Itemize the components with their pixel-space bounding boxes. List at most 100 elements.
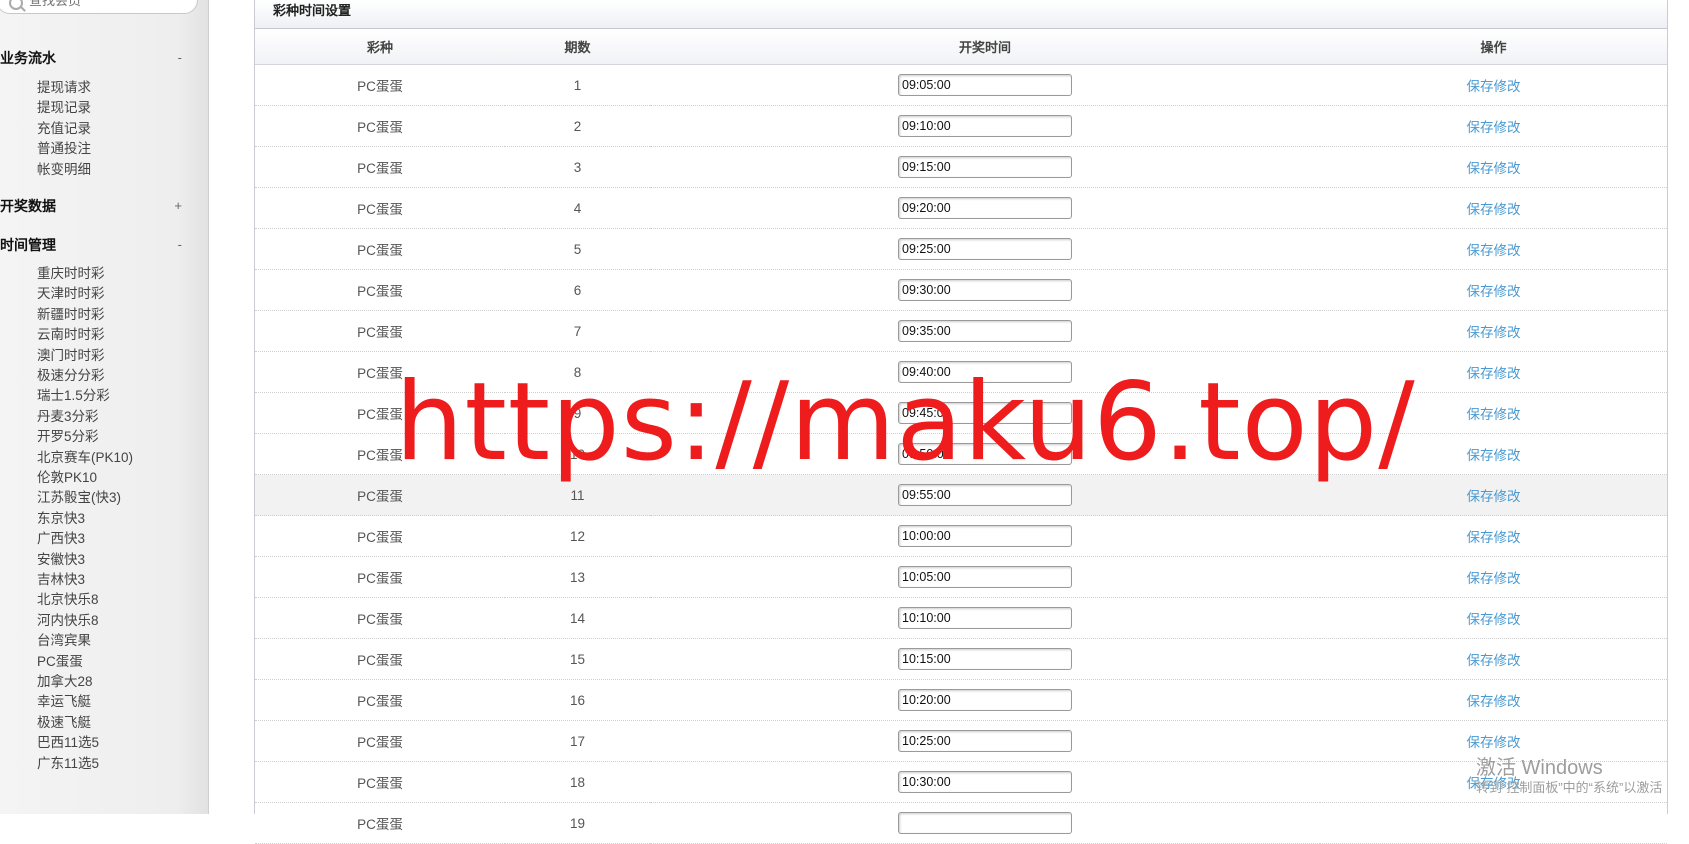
sidebar-item[interactable]: 重庆时时彩 bbox=[37, 264, 105, 284]
save-changes-link[interactable]: 保存修改 bbox=[1467, 243, 1521, 258]
cell-lottery: PC蛋蛋 bbox=[255, 597, 505, 639]
cell-draw-time bbox=[650, 720, 1320, 762]
cell-action: 保存修改 bbox=[1320, 146, 1667, 188]
sidebar-item[interactable]: 丹麦3分彩 bbox=[37, 407, 99, 427]
sidebar-item[interactable]: 提现记录 bbox=[37, 98, 91, 118]
save-changes-link[interactable]: 保存修改 bbox=[1467, 284, 1521, 299]
sidebar-item[interactable]: 河内快乐8 bbox=[37, 611, 99, 631]
sidebar-item[interactable]: 帐变明细 bbox=[37, 160, 91, 180]
sidebar-item[interactable]: 幸运飞艇 bbox=[37, 692, 91, 712]
windows-activation-notice: 激活 Windows 转到“控制面板”中的“系统”以激活 bbox=[1476, 757, 1662, 797]
save-changes-link[interactable]: 保存修改 bbox=[1467, 366, 1521, 381]
sidebar-item[interactable]: 吉林快3 bbox=[37, 570, 85, 590]
sidebar-item[interactable]: 充值记录 bbox=[37, 119, 91, 139]
draw-time-input[interactable] bbox=[898, 812, 1072, 834]
save-changes-link[interactable]: 保存修改 bbox=[1467, 448, 1521, 463]
cell-issue: 18 bbox=[505, 761, 650, 803]
save-changes-link[interactable]: 保存修改 bbox=[1467, 202, 1521, 217]
save-changes-link[interactable]: 保存修改 bbox=[1467, 325, 1521, 340]
sidebar-item[interactable]: 极速飞艇 bbox=[37, 713, 91, 733]
draw-time-input[interactable] bbox=[898, 156, 1072, 178]
expand-icon[interactable]: + bbox=[174, 195, 182, 217]
save-changes-link[interactable]: 保存修改 bbox=[1467, 694, 1521, 709]
draw-time-input[interactable] bbox=[898, 689, 1072, 711]
member-search[interactable] bbox=[0, 0, 198, 14]
draw-time-input[interactable] bbox=[898, 566, 1072, 588]
draw-time-input[interactable] bbox=[898, 730, 1072, 752]
sidebar-item[interactable]: 极速分分彩 bbox=[37, 366, 105, 386]
sidebar-item[interactable]: 天津时时彩 bbox=[37, 284, 105, 304]
cell-lottery: PC蛋蛋 bbox=[255, 146, 505, 188]
cell-issue: 7 bbox=[505, 310, 650, 352]
sidebar-item[interactable]: 伦敦PK10 bbox=[37, 468, 97, 488]
sidebar-item[interactable]: 巴西11选5 bbox=[37, 733, 99, 753]
draw-time-input[interactable] bbox=[898, 320, 1072, 342]
sidebar-item[interactable]: 普通投注 bbox=[37, 139, 91, 159]
collapse-icon[interactable]: - bbox=[178, 47, 182, 69]
save-changes-link[interactable]: 保存修改 bbox=[1467, 489, 1521, 504]
draw-time-input[interactable] bbox=[898, 484, 1072, 506]
save-changes-link[interactable]: 保存修改 bbox=[1467, 571, 1521, 586]
save-changes-link[interactable]: 保存修改 bbox=[1467, 161, 1521, 176]
save-changes-link[interactable]: 保存修改 bbox=[1467, 653, 1521, 668]
save-changes-link[interactable]: 保存修改 bbox=[1467, 530, 1521, 545]
sidebar-item[interactable]: 江苏骰宝(快3) bbox=[37, 488, 121, 508]
sidebar-item[interactable]: 瑞士1.5分彩 bbox=[37, 386, 110, 406]
save-changes-link[interactable]: 保存修改 bbox=[1467, 120, 1521, 135]
cell-lottery: PC蛋蛋 bbox=[255, 228, 505, 270]
cell-draw-time bbox=[650, 515, 1320, 557]
watermark-url: https://maku6.top/ bbox=[395, 360, 1416, 485]
sidebar-group-2[interactable]: 时间管理 - bbox=[0, 234, 190, 256]
table-row: PC蛋蛋13 保存修改 bbox=[255, 556, 1667, 598]
draw-time-input[interactable] bbox=[898, 648, 1072, 670]
collapse-icon[interactable]: - bbox=[178, 234, 182, 256]
save-changes-link[interactable]: 保存修改 bbox=[1467, 407, 1521, 422]
cell-draw-time bbox=[650, 761, 1320, 803]
sidebar-item[interactable]: 广东11选5 bbox=[37, 754, 99, 774]
cell-issue: 6 bbox=[505, 269, 650, 311]
draw-time-input[interactable] bbox=[898, 607, 1072, 629]
sidebar-item[interactable]: 开罗5分彩 bbox=[37, 427, 99, 447]
cell-issue: 4 bbox=[505, 187, 650, 229]
sidebar-item[interactable]: 广西快3 bbox=[37, 529, 85, 549]
draw-time-input[interactable] bbox=[898, 279, 1072, 301]
cell-draw-time bbox=[650, 638, 1320, 680]
sidebar-item[interactable]: 安徽快3 bbox=[37, 550, 85, 570]
draw-time-input[interactable] bbox=[898, 771, 1072, 793]
sidebar-group-0[interactable]: 业务流水 - bbox=[0, 47, 190, 69]
cell-draw-time bbox=[650, 556, 1320, 598]
draw-time-input[interactable] bbox=[898, 238, 1072, 260]
cell-draw-time bbox=[650, 228, 1320, 270]
cell-action: 保存修改 bbox=[1320, 269, 1667, 311]
cell-lottery: PC蛋蛋 bbox=[255, 638, 505, 680]
cell-action: 保存修改 bbox=[1320, 64, 1667, 106]
sidebar-item[interactable]: 北京快乐8 bbox=[37, 590, 99, 610]
sidebar-group-1[interactable]: 开奖数据 + bbox=[0, 195, 190, 217]
cell-draw-time bbox=[650, 310, 1320, 352]
cell-lottery: PC蛋蛋 bbox=[255, 269, 505, 311]
draw-time-input[interactable] bbox=[898, 525, 1072, 547]
sidebar-item[interactable]: 提现请求 bbox=[37, 78, 91, 98]
sidebar-item[interactable]: 澳门时时彩 bbox=[37, 346, 105, 366]
draw-time-input[interactable] bbox=[898, 74, 1072, 96]
save-changes-link[interactable]: 保存修改 bbox=[1467, 612, 1521, 627]
sidebar-item[interactable]: 加拿大28 bbox=[37, 672, 93, 692]
sidebar-item[interactable]: 云南时时彩 bbox=[37, 325, 105, 345]
sidebar-item[interactable]: PC蛋蛋 bbox=[37, 652, 83, 672]
member-search-input[interactable] bbox=[27, 0, 181, 10]
cell-action bbox=[1320, 802, 1667, 844]
sidebar-item[interactable]: 台湾宾果 bbox=[37, 631, 91, 651]
sidebar-item[interactable]: 新疆时时彩 bbox=[37, 305, 105, 325]
cell-issue: 3 bbox=[505, 146, 650, 188]
panel-title: 彩种时间设置 bbox=[255, 0, 1667, 29]
draw-time-input[interactable] bbox=[898, 197, 1072, 219]
sidebar-item[interactable]: 东京快3 bbox=[37, 509, 85, 529]
save-changes-link[interactable]: 保存修改 bbox=[1467, 79, 1521, 94]
cell-action: 保存修改 bbox=[1320, 597, 1667, 639]
draw-time-input[interactable] bbox=[898, 115, 1072, 137]
cell-lottery: PC蛋蛋 bbox=[255, 187, 505, 229]
cell-draw-time bbox=[650, 802, 1320, 844]
cell-draw-time bbox=[650, 679, 1320, 721]
sidebar-item[interactable]: 北京赛车(PK10) bbox=[37, 448, 133, 468]
save-changes-link[interactable]: 保存修改 bbox=[1467, 735, 1521, 750]
